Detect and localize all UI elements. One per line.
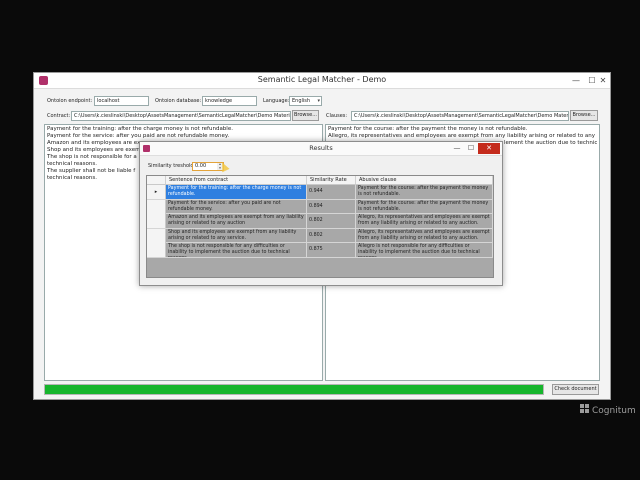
selected-row-marker-icon: ▸	[147, 185, 166, 199]
threshold-label: Similarity treshold:	[148, 163, 196, 169]
check-document-button[interactable]: Check document	[552, 384, 599, 395]
contract-path-input[interactable]: C:\Users\k.cieslinski\Desktop\AssetsMana…	[71, 111, 291, 121]
clause-cell[interactable]: Allegro is not responsible for any diffi…	[356, 243, 493, 257]
sentence-cell[interactable]: The shop is not responsible for any diff…	[166, 243, 307, 257]
table-row[interactable]: Payment for the service: after you paid …	[147, 199, 493, 214]
rate-cell[interactable]: 0.875	[307, 243, 356, 257]
table-row[interactable]: ▸ Payment for the training: after the ch…	[147, 185, 493, 200]
rate-cell[interactable]: 0.944	[307, 185, 356, 199]
database-input[interactable]: knowledge	[202, 96, 257, 106]
database-label: Ontoion database:	[155, 98, 202, 104]
sentence-cell[interactable]: Amazon and its employees are exempt from…	[166, 214, 307, 228]
table-row[interactable]: Shop and its employees are exempt from a…	[147, 228, 493, 243]
language-label: Language:	[263, 98, 290, 104]
table-row[interactable]: The shop is not responsible for any diff…	[147, 243, 493, 258]
clauses-browse-button[interactable]: Browse...	[570, 110, 598, 121]
row-header-corner	[147, 176, 166, 185]
column-header-clause[interactable]: Abusive clause	[356, 176, 493, 185]
column-header-rate[interactable]: Similarity Rate	[307, 176, 356, 185]
endpoint-label: Ontoion endpoint:	[47, 98, 93, 104]
clause-line: Allegro, its representatives and employe…	[328, 133, 596, 139]
results-grid: Sentence from contract Similarity Rate A…	[146, 175, 494, 278]
results-dialog: Results — ☐ ✕ Similarity treshold: 0.00 …	[139, 141, 503, 286]
contract-browse-button[interactable]: Browse...	[292, 110, 319, 121]
clause-cell[interactable]: Allegro, its representatives and employe…	[356, 214, 493, 228]
results-maximize-button[interactable]: ☐	[464, 143, 478, 154]
clauses-path-input[interactable]: C:\Users\k.cieslinski\Desktop\AssetsMana…	[351, 111, 569, 121]
column-header-sentence[interactable]: Sentence from contract	[166, 176, 307, 185]
row-header	[147, 228, 166, 243]
row-header	[147, 214, 166, 228]
language-value: English	[292, 98, 311, 104]
rate-cell[interactable]: 0.802	[307, 214, 356, 228]
screen: Semantic Legal Matcher - Demo — ☐ ✕ Onto…	[0, 0, 640, 480]
contract-line: Payment for the training: after the char…	[47, 126, 233, 132]
results-title-bar: Results — ☐ ✕	[140, 142, 502, 156]
results-title: Results	[309, 144, 333, 152]
rate-cell[interactable]: 0.894	[307, 199, 356, 214]
watermark-logo: Cognitum	[580, 404, 636, 416]
clause-line: Payment for the course: after the paymen…	[328, 126, 528, 132]
row-header	[147, 243, 166, 257]
language-select[interactable]: English ▾	[289, 96, 322, 106]
window-title: Semantic Legal Matcher - Demo	[257, 75, 387, 84]
contract-label: Contract:	[47, 113, 71, 119]
endpoint-input[interactable]: localhost	[94, 96, 149, 106]
chevron-down-icon: ▾	[317, 98, 320, 104]
sentence-cell[interactable]: Shop and its employees are exempt from a…	[166, 228, 307, 243]
contract-line: Payment for the service: after you paid …	[47, 133, 230, 139]
threshold-value: 0.00	[195, 163, 207, 169]
results-minimize-button[interactable]: —	[450, 143, 464, 154]
progress-bar	[44, 384, 544, 395]
sentence-cell[interactable]: Payment for the service: after you paid …	[166, 199, 307, 214]
row-header	[147, 199, 166, 214]
rate-cell[interactable]: 0.802	[307, 228, 356, 243]
results-close-button[interactable]: ✕	[478, 143, 500, 154]
progress-fill	[45, 385, 543, 394]
close-button[interactable]: ✕	[596, 74, 610, 87]
clause-cell[interactable]: Payment for the course: after the paymen…	[356, 185, 493, 199]
cognitum-logo-icon	[580, 404, 590, 414]
title-bar: Semantic Legal Matcher - Demo — ☐ ✕	[34, 73, 610, 89]
table-row[interactable]: Amazon and its employees are exempt from…	[147, 214, 493, 229]
minimize-button[interactable]: —	[568, 74, 584, 87]
clauses-label: Clauses:	[326, 113, 348, 119]
watermark-text: Cognitum	[592, 406, 636, 416]
sentence-cell[interactable]: Payment for the training: after the char…	[166, 185, 307, 199]
clause-cell[interactable]: Allegro, its representatives and employe…	[356, 228, 493, 243]
clause-cell[interactable]: Payment for the course: after the paymen…	[356, 199, 493, 214]
